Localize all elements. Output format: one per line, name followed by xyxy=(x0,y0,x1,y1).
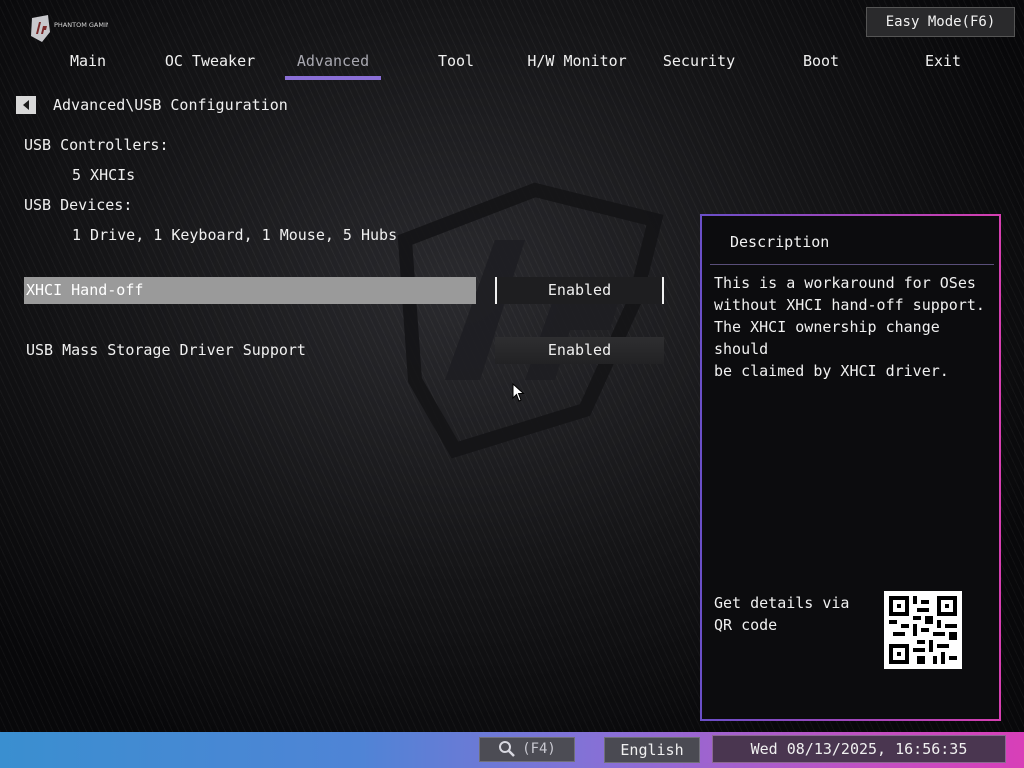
back-button[interactable] xyxy=(16,96,36,114)
phantom-gaming-logo: PHANTOM GAMING xyxy=(31,15,108,42)
search-shortcut-label: (F4) xyxy=(522,741,556,757)
usb-controllers-value: 5 XHCIs xyxy=(72,166,136,184)
datetime-display[interactable]: Wed 08/13/2025, 16:56:35 xyxy=(712,735,1006,763)
tab-advanced[interactable]: Advanced xyxy=(285,50,381,80)
tab-boot[interactable]: Boot xyxy=(761,50,881,80)
usb-controllers-label: USB Controllers: xyxy=(24,136,169,154)
setting-label-xhci-hand-off[interactable]: XHCI Hand-off xyxy=(24,277,476,304)
tab-hw-monitor[interactable]: H/W Monitor xyxy=(517,50,637,80)
language-button[interactable]: English xyxy=(604,737,700,763)
background-brand-logo xyxy=(397,182,664,459)
back-arrow-icon xyxy=(23,100,29,110)
search-icon xyxy=(499,741,516,757)
tab-security[interactable]: Security xyxy=(639,50,759,80)
tab-oc-tweaker[interactable]: OC Tweaker xyxy=(150,50,270,80)
qr-code-icon xyxy=(889,596,957,664)
usb-devices-value: 1 Drive, 1 Keyboard, 1 Mouse, 5 Hubs xyxy=(72,226,398,244)
setting-value-xhci-hand-off[interactable]: Enabled xyxy=(495,277,664,304)
breadcrumb: Advanced\USB Configuration xyxy=(53,96,288,114)
svg-text:PHANTOM GAMING: PHANTOM GAMING xyxy=(54,21,108,29)
easy-mode-button[interactable]: Easy Mode(F6) xyxy=(866,7,1015,37)
main-nav: Main OC Tweaker Advanced Tool H/W Monito… xyxy=(28,50,988,80)
tab-exit[interactable]: Exit xyxy=(883,50,1003,80)
description-panel: Description This is a workaround for OSe… xyxy=(700,214,1001,721)
mouse-cursor-icon xyxy=(512,383,525,402)
description-text: This is a workaround for OSes without XH… xyxy=(714,274,985,380)
setting-label-usb-mass-storage[interactable]: USB Mass Storage Driver Support xyxy=(24,337,476,364)
setting-value-usb-mass-storage[interactable]: Enabled xyxy=(495,337,664,364)
usb-devices-label: USB Devices: xyxy=(24,196,133,214)
search-button[interactable]: (F4) xyxy=(479,737,575,762)
qr-code xyxy=(884,591,962,669)
description-title: Description xyxy=(730,233,830,251)
description-divider xyxy=(710,264,994,265)
tab-main[interactable]: Main xyxy=(28,50,148,80)
tab-tool[interactable]: Tool xyxy=(396,50,516,80)
qr-details-text: Get details via QR code xyxy=(714,594,850,634)
